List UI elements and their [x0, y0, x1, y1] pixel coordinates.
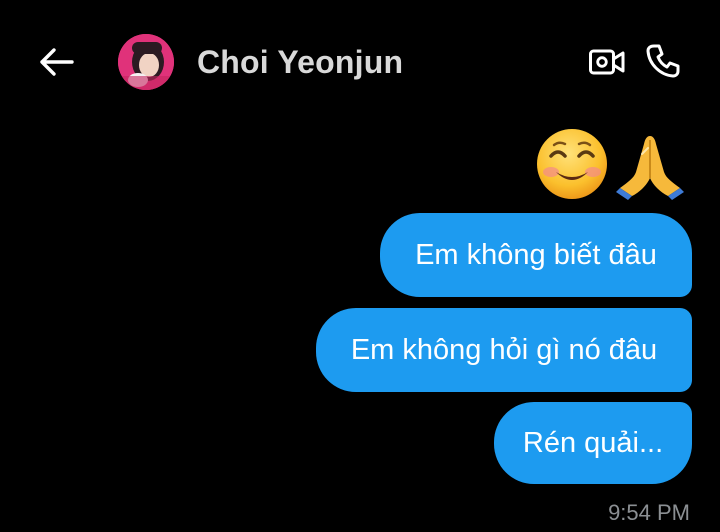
- phone-call-button[interactable]: [642, 40, 684, 82]
- back-button[interactable]: [36, 42, 76, 82]
- smiling-face-icon: [537, 129, 607, 199]
- video-call-button[interactable]: [586, 42, 628, 82]
- message-bubble[interactable]: Rén quải...: [494, 402, 692, 484]
- emoji-message[interactable]: [534, 122, 686, 202]
- message-bubble[interactable]: Em không hỏi gì nó đâu: [316, 308, 692, 392]
- conversation-header: Choi Yeonjun: [0, 0, 720, 124]
- arrow-left-icon: [40, 48, 74, 76]
- message-bubble[interactable]: Em không biết đâu: [380, 213, 692, 297]
- phone-icon: [646, 44, 680, 78]
- contact-name[interactable]: Choi Yeonjun: [197, 44, 403, 81]
- video-call-icon: [589, 49, 625, 75]
- folded-hands-icon: [616, 136, 684, 200]
- message-timestamp: 9:54 PM: [608, 500, 690, 525]
- avatar[interactable]: [118, 34, 174, 90]
